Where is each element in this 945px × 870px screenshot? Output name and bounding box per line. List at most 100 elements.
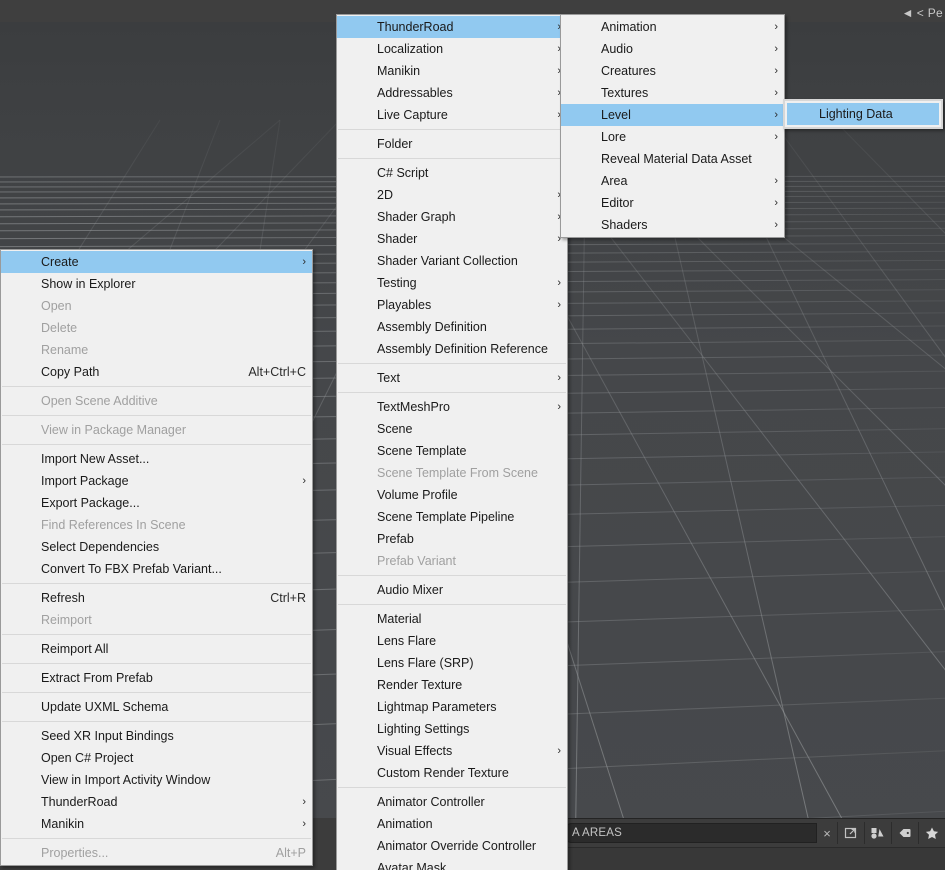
menu-item-textmeshpro[interactable]: TextMeshPro › bbox=[337, 396, 567, 418]
menu-item-scene[interactable]: Scene bbox=[337, 418, 567, 440]
menu-item-lightmap-parameters[interactable]: Lightmap Parameters bbox=[337, 696, 567, 718]
menu-item-shortcut: Alt+P bbox=[275, 845, 306, 860]
menu-item-label: Animator Override Controller bbox=[377, 838, 537, 853]
chevron-right-icon: › bbox=[557, 371, 561, 384]
menu-item-export-package[interactable]: Export Package... bbox=[1, 492, 312, 514]
label-filter-button[interactable] bbox=[891, 822, 918, 844]
menu-item-label: Reimport All bbox=[41, 641, 109, 656]
menu-item-view-in-import-activity-window[interactable]: View in Import Activity Window bbox=[1, 769, 312, 791]
menu-item-label: Select Dependencies bbox=[41, 539, 160, 554]
menu-item-localization[interactable]: Localization› bbox=[337, 38, 567, 60]
menu-item-open-c-project[interactable]: Open C# Project bbox=[1, 747, 312, 769]
menu-item-label: Find References In Scene bbox=[41, 517, 186, 532]
menu-item-audio-mixer[interactable]: Audio Mixer bbox=[337, 579, 567, 601]
menu-item-lens-flare[interactable]: Lens Flare bbox=[337, 630, 567, 652]
menu-item-shaders[interactable]: Shaders › bbox=[561, 214, 784, 236]
menu-item-assembly-definition-reference[interactable]: Assembly Definition Reference bbox=[337, 338, 567, 360]
menu-item-lore[interactable]: Lore › bbox=[561, 126, 784, 148]
menu-item-reveal-material-data-asset[interactable]: Reveal Material Data Asset bbox=[561, 148, 784, 170]
menu-item-volume-profile[interactable]: Volume Profile bbox=[337, 484, 567, 506]
project-browser-search-row: A AREAS × bbox=[563, 819, 945, 847]
menu-item-editor[interactable]: Editor › bbox=[561, 192, 784, 214]
menu-item-manikin[interactable]: Manikin› bbox=[337, 60, 567, 82]
menu-item-animation[interactable]: Animation bbox=[337, 813, 567, 835]
scene-view-perspective-label[interactable]: ◄ < Pe bbox=[902, 6, 943, 20]
chevron-right-icon: › bbox=[557, 744, 561, 757]
chevron-right-icon: › bbox=[557, 276, 561, 289]
menu-item-assembly-definition[interactable]: Assembly Definition bbox=[337, 316, 567, 338]
menu-item-area[interactable]: Area › bbox=[561, 170, 784, 192]
menu-item-2d[interactable]: 2D› bbox=[337, 184, 567, 206]
menu-item-label: Open bbox=[41, 298, 72, 313]
menu-item-audio[interactable]: Audio › bbox=[561, 38, 784, 60]
menu-item-textures[interactable]: Textures › bbox=[561, 82, 784, 104]
menu-item-reimport-all[interactable]: Reimport All bbox=[1, 638, 312, 660]
menu-item-label: Localization bbox=[377, 41, 444, 56]
menu-item-text[interactable]: Text › bbox=[337, 367, 567, 389]
menu-item-label: Reimport bbox=[41, 612, 92, 627]
menu-item-manikin[interactable]: Manikin› bbox=[1, 813, 312, 835]
create-submenu: ThunderRoad›Localization›Manikin›Address… bbox=[336, 14, 568, 870]
menu-separator bbox=[2, 444, 311, 445]
menu-item-select-dependencies[interactable]: Select Dependencies bbox=[1, 536, 312, 558]
menu-item-lens-flare-srp[interactable]: Lens Flare (SRP) bbox=[337, 652, 567, 674]
menu-item-folder[interactable]: Folder bbox=[337, 133, 567, 155]
menu-item-label: Area bbox=[601, 173, 628, 188]
search-input[interactable]: A AREAS bbox=[563, 823, 817, 843]
menu-item-refresh[interactable]: Refresh Ctrl+R bbox=[1, 587, 312, 609]
menu-item-import-package[interactable]: Import Package › bbox=[1, 470, 312, 492]
menu-item-lighting-settings[interactable]: Lighting Settings bbox=[337, 718, 567, 740]
search-clear-button[interactable]: × bbox=[817, 827, 837, 840]
menu-item-level[interactable]: Level › bbox=[561, 104, 784, 126]
menu-item-animator-controller[interactable]: Animator Controller bbox=[337, 791, 567, 813]
menu-item-scene-template-pipeline[interactable]: Scene Template Pipeline bbox=[337, 506, 567, 528]
project-browser-toolbar: A AREAS × bbox=[563, 818, 945, 870]
menu-item-extract-from-prefab[interactable]: Extract From Prefab bbox=[1, 667, 312, 689]
open-in-new-window-button[interactable] bbox=[837, 822, 864, 844]
menu-item-addressables[interactable]: Addressables› bbox=[337, 82, 567, 104]
menu-item-label: Show in Explorer bbox=[41, 276, 136, 291]
menu-item-thunderroad[interactable]: ThunderRoad› bbox=[1, 791, 312, 813]
menu-item-seed-xr-input-bindings[interactable]: Seed XR Input Bindings bbox=[1, 725, 312, 747]
chevron-right-icon: › bbox=[557, 400, 561, 413]
menu-item-show-in-explorer[interactable]: Show in Explorer bbox=[1, 273, 312, 295]
menu-item-open: Open bbox=[1, 295, 312, 317]
menu-item-animation[interactable]: Animation › bbox=[561, 16, 784, 38]
menu-item-lighting-data[interactable]: Lighting Data bbox=[787, 103, 939, 125]
menu-item-label: Scene bbox=[377, 421, 413, 436]
menu-item-label: Refresh bbox=[41, 590, 85, 605]
menu-item-visual-effects[interactable]: Visual Effects › bbox=[337, 740, 567, 762]
menu-item-copy-path[interactable]: Copy Path Alt+Ctrl+C bbox=[1, 361, 312, 383]
menu-item-convert-to-fbx-prefab-variant[interactable]: Convert To FBX Prefab Variant... bbox=[1, 558, 312, 580]
menu-item-testing[interactable]: Testing › bbox=[337, 272, 567, 294]
menu-item-shader-graph[interactable]: Shader Graph› bbox=[337, 206, 567, 228]
menu-item-create[interactable]: Create › bbox=[1, 251, 312, 273]
menu-item-label: Scene Template From Scene bbox=[377, 465, 538, 480]
menu-separator bbox=[2, 386, 311, 387]
menu-item-render-texture[interactable]: Render Texture bbox=[337, 674, 567, 696]
menu-item-shader-variant-collection[interactable]: Shader Variant Collection bbox=[337, 250, 567, 272]
menu-item-c-script[interactable]: C# Script bbox=[337, 162, 567, 184]
menu-item-label: Assembly Definition bbox=[377, 319, 487, 334]
menu-item-prefab[interactable]: Prefab bbox=[337, 528, 567, 550]
menu-item-label: Prefab bbox=[377, 531, 414, 546]
menu-item-creatures[interactable]: Creatures › bbox=[561, 60, 784, 82]
asset-type-filter-button[interactable] bbox=[864, 822, 891, 844]
chevron-right-icon: › bbox=[774, 64, 778, 77]
menu-item-label: Scene Template bbox=[377, 443, 467, 458]
menu-item-shortcut: Alt+Ctrl+C bbox=[248, 364, 306, 379]
menu-item-shader[interactable]: Shader › bbox=[337, 228, 567, 250]
menu-item-playables[interactable]: Playables › bbox=[337, 294, 567, 316]
menu-item-material[interactable]: Material bbox=[337, 608, 567, 630]
menu-item-import-new-asset[interactable]: Import New Asset... bbox=[1, 448, 312, 470]
menu-item-label: 2D bbox=[377, 187, 393, 202]
menu-item-avatar-mask[interactable]: Avatar Mask bbox=[337, 857, 567, 870]
menu-item-scene-template[interactable]: Scene Template bbox=[337, 440, 567, 462]
menu-item-label: Manikin bbox=[377, 63, 421, 78]
menu-item-live-capture[interactable]: Live Capture› bbox=[337, 104, 567, 126]
menu-item-thunderroad[interactable]: ThunderRoad› bbox=[337, 16, 567, 38]
menu-item-custom-render-texture[interactable]: Custom Render Texture bbox=[337, 762, 567, 784]
favorites-button[interactable] bbox=[918, 822, 945, 844]
menu-item-animator-override-controller[interactable]: Animator Override Controller bbox=[337, 835, 567, 857]
menu-item-update-uxml-schema[interactable]: Update UXML Schema bbox=[1, 696, 312, 718]
